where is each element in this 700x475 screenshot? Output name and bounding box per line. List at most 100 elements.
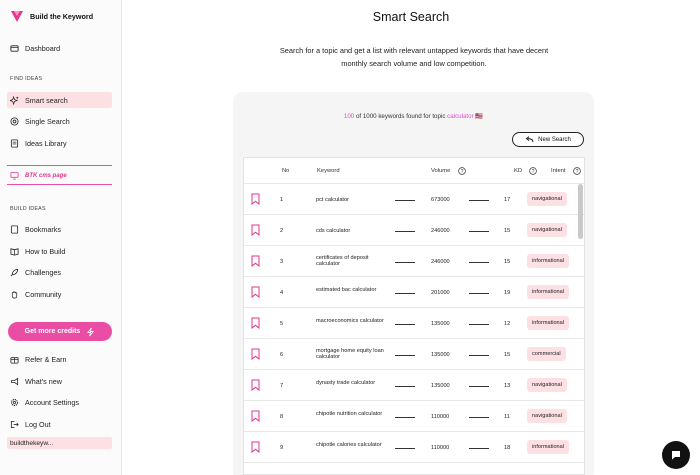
row-keyword: dynasty trade calculator xyxy=(316,380,376,386)
lightning-icon xyxy=(87,327,95,336)
results-count: 100 xyxy=(343,113,355,120)
table-scrollbar[interactable] xyxy=(578,184,583,239)
dashboard-icon xyxy=(10,44,19,52)
intent-badge: informational xyxy=(527,254,570,268)
trend-line xyxy=(469,231,489,232)
sidebar-item-bookmarks[interactable]: Bookmarks xyxy=(7,221,112,237)
row-keyword: certificates of deposit calculator xyxy=(316,255,369,267)
table-row[interactable]: 5 macroeconomics calculator 135000 12 inform… xyxy=(244,308,584,339)
chat-button[interactable] xyxy=(662,441,690,469)
header-no: No xyxy=(282,168,290,174)
intent-badge: commercial xyxy=(527,347,566,361)
row-keyword: macroeconomics calculator xyxy=(316,318,384,324)
new-search-button[interactable]: New Search xyxy=(512,132,584,147)
sidebar-item-refer-earn[interactable]: Refer & Earn xyxy=(7,351,112,367)
credits-button-label: Get more credits xyxy=(24,328,81,335)
sidebar-item-account-settings[interactable]: Account Settings xyxy=(7,394,112,410)
row-no: 4 xyxy=(280,290,284,296)
sidebar-item-community[interactable]: Community xyxy=(7,286,112,302)
sidebar-item-how-to-build[interactable]: How to Build xyxy=(7,243,112,259)
bookmark-icon[interactable] xyxy=(251,379,260,391)
bookmark-icon[interactable] xyxy=(251,410,260,422)
trend-line xyxy=(395,293,415,294)
bookmark-icon[interactable] xyxy=(251,224,260,236)
table-row[interactable]: 1 pct calculator 673000 17 navigational xyxy=(244,184,584,215)
row-volume: 110000 xyxy=(431,445,450,451)
kd-info-icon[interactable]: ? xyxy=(529,167,537,175)
bookmark-icon[interactable] xyxy=(251,317,260,329)
sidebar-item-single-search[interactable]: Single Search xyxy=(7,113,112,129)
table-row[interactable]: 6 mortgage home equity loan calculator 135… xyxy=(244,339,584,370)
trend-line xyxy=(469,386,489,387)
row-kd: 15 xyxy=(504,352,511,358)
sidebar-item-whats-new[interactable]: What's new xyxy=(7,373,112,389)
trend-line xyxy=(395,355,415,356)
volume-info-icon[interactable]: ? xyxy=(458,167,466,175)
table-row[interactable]: 2 cds calculator 246000 15 navigational xyxy=(244,215,584,246)
trend-line xyxy=(395,324,415,325)
bookmark-icon[interactable] xyxy=(251,286,260,298)
intent-badge: navigational xyxy=(527,223,567,237)
btk-cms-link[interactable]: BTK cms page xyxy=(10,171,67,180)
intent-badge: navigational xyxy=(527,409,567,423)
sidebar-item-label: Refer & Earn xyxy=(25,354,67,364)
row-kd: 15 xyxy=(504,259,511,265)
find-ideas-label: FIND IDEAS xyxy=(10,76,43,82)
table-row[interactable]: 9 chipotle calories calculator 110000 18 inf… xyxy=(244,432,584,463)
sidebar-item-label: Challenges xyxy=(25,267,61,277)
monitor-icon xyxy=(10,171,19,180)
megaphone-icon xyxy=(10,377,19,385)
gift-icon xyxy=(10,356,19,364)
gear-icon xyxy=(10,398,19,406)
page-title: Smart Search xyxy=(372,10,450,24)
user-account[interactable]: buildthekeyw... xyxy=(7,437,112,449)
svg-text:?: ? xyxy=(576,169,579,175)
sidebar-item-log-out[interactable]: Log Out xyxy=(7,416,112,432)
header-kd: KD xyxy=(514,168,523,174)
trend-line xyxy=(469,448,489,449)
intent-badge: informational xyxy=(527,285,570,299)
row-volume: 201000 xyxy=(431,290,450,296)
row-no: 2 xyxy=(280,228,284,234)
row-keyword: chipotle calories calculator xyxy=(316,442,382,448)
get-more-credits-button[interactable]: Get more credits xyxy=(8,322,112,341)
back-arrow-icon xyxy=(525,136,534,143)
new-search-label: New Search xyxy=(538,136,571,143)
bookmark-icon[interactable] xyxy=(251,193,260,205)
row-no: 9 xyxy=(280,445,284,451)
sidebar-item-ideas-library[interactable]: Ideas Library xyxy=(7,135,112,151)
bookmark-icon[interactable] xyxy=(251,255,260,267)
sidebar-item-challenges[interactable]: Challenges xyxy=(7,264,112,280)
row-volume: 135000 xyxy=(431,321,450,327)
sidebar-item-smart-search[interactable]: Smart search xyxy=(7,92,112,108)
sidebar-item-dashboard[interactable]: Dashboard xyxy=(7,40,112,56)
table-row[interactable]: 7 dynasty trade calculator 135000 13 navigat… xyxy=(244,370,584,401)
table-header: No Keyword Volume ? KD ? Intent ? xyxy=(244,158,584,184)
bookmark-icon[interactable] xyxy=(251,441,260,453)
hand-icon xyxy=(11,290,18,298)
table-row[interactable]: 4 estimated bac calculator 201000 19 informa… xyxy=(244,277,584,308)
brand[interactable]: Build the Keyword xyxy=(10,9,93,23)
table-row[interactable]: 8 chipotle nutrition calculator 110000 11 na… xyxy=(244,401,584,432)
row-keyword: mortgage home equity loan calculator xyxy=(316,348,384,360)
row-keyword: pct calculator xyxy=(316,197,349,203)
row-keyword: estimated bac calculator xyxy=(316,287,377,293)
intent-info-icon[interactable]: ? xyxy=(573,167,581,175)
header-intent: Intent xyxy=(551,168,566,174)
row-no: 7 xyxy=(280,383,284,389)
bookmark-icon xyxy=(10,224,19,234)
trend-line xyxy=(395,448,415,449)
sidebar-item-label: How to Build xyxy=(25,246,66,256)
build-ideas-label: BUILD IDEAS xyxy=(10,206,46,212)
trend-line xyxy=(469,324,489,325)
trend-line xyxy=(395,231,415,232)
table-row[interactable]: 3 certificates of deposit calculator 24600… xyxy=(244,246,584,277)
trend-line xyxy=(395,200,415,201)
svg-text:?: ? xyxy=(532,169,535,175)
sidebar-item-label: Account Settings xyxy=(25,397,79,407)
trend-line xyxy=(469,262,489,263)
results-of: of xyxy=(355,113,362,120)
bookmark-icon[interactable] xyxy=(251,348,260,360)
row-kd: 13 xyxy=(504,383,511,389)
at-sign-icon xyxy=(10,116,19,126)
